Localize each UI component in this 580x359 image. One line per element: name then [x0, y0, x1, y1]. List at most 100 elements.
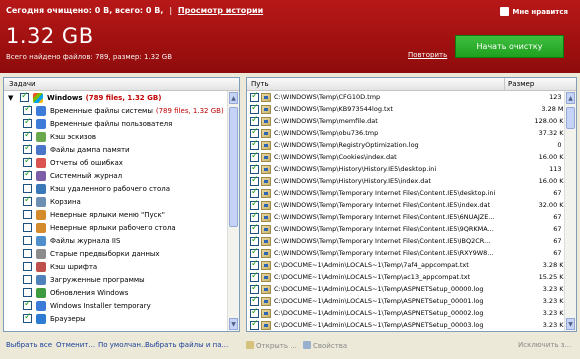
- file-row[interactable]: C:\WINDOWS\Temp\KB973544log.txt 3.28 MB: [247, 103, 576, 115]
- recycle-bin-icon: [36, 196, 46, 207]
- task-checkbox[interactable]: [23, 130, 32, 141]
- task-checkbox[interactable]: [23, 299, 32, 310]
- files-scrollbar[interactable]: ▲ ▼: [564, 91, 576, 331]
- task-checkbox[interactable]: [23, 210, 32, 219]
- file-checkbox[interactable]: [250, 187, 259, 198]
- file-checkbox[interactable]: [250, 223, 259, 234]
- path-column-header[interactable]: Путь: [247, 78, 505, 90]
- scroll-down-icon[interactable]: ▼: [566, 318, 575, 330]
- file-row[interactable]: C:\DOCUME~1\Admin\LOCALS~1\Temp\ASPNETSe…: [247, 307, 576, 319]
- file-checkbox[interactable]: [250, 163, 259, 174]
- scroll-thumb[interactable]: [229, 107, 238, 227]
- file-checkbox[interactable]: [250, 139, 259, 150]
- file-row[interactable]: C:\WINDOWS\Temp\RegistryOptimization.log…: [247, 139, 576, 151]
- tasks-scrollbar[interactable]: ▲ ▼: [227, 91, 239, 331]
- exclude-button[interactable]: Исключить з...: [518, 341, 571, 349]
- properties-button[interactable]: Свойства: [303, 341, 347, 350]
- file-checkbox[interactable]: [250, 211, 259, 222]
- open-button[interactable]: Открыть ...: [246, 341, 297, 350]
- start-clean-button[interactable]: Начать очистку: [455, 35, 564, 58]
- file-row[interactable]: C:\WINDOWS\Temp\Temporary Internet Files…: [247, 235, 576, 247]
- file-row[interactable]: C:\WINDOWS\Temp\Temporary Internet Files…: [247, 223, 576, 235]
- default-link[interactable]: По умолчан...: [98, 341, 148, 349]
- task-checkbox[interactable]: [23, 195, 32, 206]
- task-item[interactable]: Кэш шрифта: [4, 260, 239, 273]
- windows-group[interactable]: ▼ Windows (789 files, 1.32 GB): [4, 91, 239, 104]
- file-checkbox[interactable]: [250, 271, 259, 282]
- file-checkbox[interactable]: [250, 319, 259, 330]
- task-item[interactable]: Файлы журнала IIS: [4, 234, 239, 247]
- file-checkbox[interactable]: [250, 283, 259, 294]
- task-item[interactable]: Неверные ярлыки рабочего стола: [4, 221, 239, 234]
- file-checkbox[interactable]: [250, 259, 259, 270]
- task-checkbox[interactable]: [23, 169, 32, 180]
- task-item[interactable]: Кэш удаленного рабочего стола: [4, 182, 239, 195]
- file-checkbox[interactable]: [250, 199, 259, 210]
- file-row[interactable]: C:\WINDOWS\Temp\Temporary Internet Files…: [247, 211, 576, 223]
- task-item[interactable]: Неверные ярлыки меню "Пуск": [4, 208, 239, 221]
- file-row[interactable]: C:\DOCUME~1\Admin\LOCALS~1\Temp\7af4_app…: [247, 259, 576, 271]
- task-item[interactable]: Системный журнал: [4, 169, 239, 182]
- file-row[interactable]: C:\WINDOWS\Temp\Cookies\index.dat 16.00 K…: [247, 151, 576, 163]
- file-checkbox[interactable]: [250, 295, 259, 306]
- collapse-icon[interactable]: ▼: [8, 94, 16, 102]
- file-row[interactable]: C:\WINDOWS\Temp\Temporary Internet Files…: [247, 199, 576, 211]
- file-checkbox[interactable]: [250, 175, 259, 186]
- task-item[interactable]: Старые предвыборки данных: [4, 247, 239, 260]
- select-all-link[interactable]: Выбрать все: [6, 341, 52, 349]
- file-checkbox[interactable]: [250, 235, 259, 246]
- task-item[interactable]: Файлы дампа памяти: [4, 143, 239, 156]
- file-checkbox[interactable]: [250, 103, 259, 114]
- scroll-up-icon[interactable]: ▲: [229, 92, 238, 104]
- file-row[interactable]: C:\WINDOWS\Temp\CFG10D.tmp 123 B: [247, 91, 576, 103]
- file-row[interactable]: C:\DOCUME~1\Admin\LOCALS~1\Temp\ASPNETSe…: [247, 283, 576, 295]
- task-item[interactable]: Корзина: [4, 195, 239, 208]
- group-checkbox[interactable]: [20, 91, 29, 102]
- history-link[interactable]: Просмотр истории: [178, 6, 263, 15]
- uncheck-link[interactable]: Отменит...: [56, 341, 95, 349]
- scroll-thumb[interactable]: [566, 107, 575, 129]
- like-button[interactable]: Мне нравится: [500, 7, 568, 16]
- file-checkbox[interactable]: [250, 247, 259, 258]
- task-checkbox[interactable]: [23, 117, 32, 128]
- file-checkbox[interactable]: [250, 91, 259, 102]
- task-item[interactable]: Временные файлы пользователя: [4, 117, 239, 130]
- task-item[interactable]: Обновления Windows: [4, 286, 239, 299]
- task-checkbox[interactable]: [23, 275, 32, 284]
- task-checkbox[interactable]: [23, 156, 32, 167]
- task-item[interactable]: Временные файлы системы(789 files, 1.32 …: [4, 104, 239, 117]
- select-files-link[interactable]: Выбрать файлы и па...: [145, 341, 228, 349]
- task-checkbox[interactable]: [23, 288, 32, 297]
- file-row[interactable]: C:\DOCUME~1\Admin\LOCALS~1\Temp\ASPNETSe…: [247, 295, 576, 307]
- repeat-link[interactable]: Повторить: [408, 51, 447, 59]
- task-checkbox[interactable]: [23, 143, 32, 154]
- task-item[interactable]: Windows Installer temporary: [4, 299, 239, 312]
- file-row[interactable]: C:\WINDOWS\Temp\Temporary Internet Files…: [247, 247, 576, 259]
- file-checkbox[interactable]: [250, 115, 259, 126]
- task-checkbox[interactable]: [23, 312, 32, 323]
- scroll-up-icon[interactable]: ▲: [566, 92, 575, 104]
- file-row[interactable]: C:\WINDOWS\Temp\obu736.tmp 37.32 KB: [247, 127, 576, 139]
- file-row[interactable]: C:\DOCUME~1\Admin\LOCALS~1\Temp\ASPNETSe…: [251, 331, 259, 332]
- size-column-header[interactable]: Размер: [505, 78, 566, 90]
- file-row[interactable]: C:\WINDOWS\Temp\memfile.dat 128.00 KB: [247, 115, 576, 127]
- task-checkbox[interactable]: [23, 249, 32, 258]
- file-row[interactable]: C:\WINDOWS\Temp\History\History.IE5\inde…: [247, 175, 576, 187]
- task-checkbox[interactable]: [23, 236, 32, 245]
- task-checkbox[interactable]: [23, 223, 32, 232]
- file-checkbox[interactable]: [250, 127, 259, 138]
- task-item[interactable]: Отчеты об ошибках: [4, 156, 239, 169]
- task-checkbox[interactable]: [23, 104, 32, 115]
- file-checkbox[interactable]: [250, 151, 259, 162]
- file-row[interactable]: C:\DOCUME~1\Admin\LOCALS~1\Temp\ac13_app…: [247, 271, 576, 283]
- task-item[interactable]: Загруженные программы: [4, 273, 239, 286]
- task-item[interactable]: Кэш эскизов: [4, 130, 239, 143]
- task-checkbox[interactable]: [23, 262, 32, 271]
- task-item[interactable]: Браузеры: [4, 312, 239, 325]
- scroll-down-icon[interactable]: ▼: [229, 318, 238, 330]
- file-row[interactable]: C:\WINDOWS\Temp\Temporary Internet Files…: [247, 187, 576, 199]
- task-checkbox[interactable]: [23, 184, 32, 193]
- file-row[interactable]: C:\WINDOWS\Temp\History\History.IE5\desk…: [247, 163, 576, 175]
- file-row[interactable]: C:\DOCUME~1\Admin\LOCALS~1\Temp\ASPNETSe…: [247, 319, 576, 331]
- file-checkbox[interactable]: [250, 307, 259, 318]
